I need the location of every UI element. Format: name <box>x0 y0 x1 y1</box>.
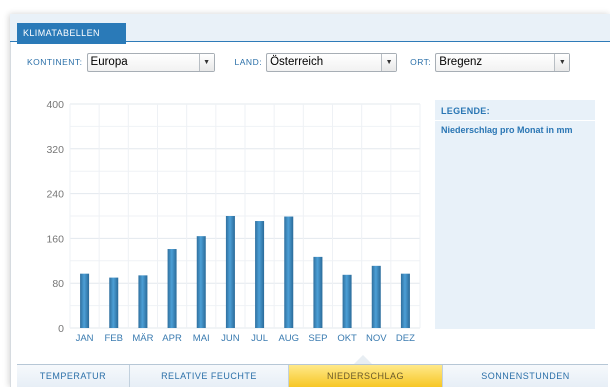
tab-sonnenstunden[interactable]: SONNENSTUNDEN <box>443 365 608 387</box>
bar-jun <box>225 216 235 328</box>
bar-sep <box>313 256 323 328</box>
tab-niederschlag[interactable]: NIEDERSCHLAG <box>289 365 443 387</box>
y-tick-label: 400 <box>46 99 64 111</box>
x-tick-label: NOV <box>366 333 387 344</box>
x-tick-label: SEP <box>308 333 327 344</box>
x-tick-label: OKT <box>337 333 357 344</box>
bar-mär <box>138 275 148 328</box>
bar-feb <box>109 277 119 328</box>
active-tab-notch <box>354 355 372 364</box>
x-tick-label: JUN <box>221 333 240 344</box>
y-tick-label: 0 <box>58 323 64 335</box>
legend-divider <box>435 120 595 121</box>
tab-bar: TEMPERATUR RELATIVE FEUCHTE NIEDERSCHLAG… <box>17 364 608 387</box>
bar-dez <box>400 273 410 328</box>
y-tick-label: 240 <box>46 189 64 201</box>
legend-item: Niederschlag pro Monat in mm <box>441 125 573 135</box>
x-tick-label: MAI <box>193 333 210 344</box>
x-tick-label: JUL <box>251 333 268 344</box>
bar-jul <box>255 221 265 328</box>
bar-mai <box>196 236 206 328</box>
x-tick-label: JAN <box>76 333 94 344</box>
y-tick-label: 320 <box>46 144 64 156</box>
y-tick-label: 80 <box>52 278 64 290</box>
legend-panel: LEGENDE: Niederschlag pro Monat in mm <box>435 100 595 329</box>
bar-apr <box>167 249 177 328</box>
x-tick-label: MÄR <box>132 333 153 344</box>
bar-okt <box>342 274 352 328</box>
y-tick-label: 160 <box>46 233 64 245</box>
x-tick-label: AUG <box>278 333 299 344</box>
x-tick-label: DEZ <box>396 333 415 344</box>
tab-relative-feuchte[interactable]: RELATIVE FEUCHTE <box>130 365 289 387</box>
bar-jan <box>80 273 90 328</box>
x-tick-label: FEB <box>105 333 123 344</box>
x-tick-label: APR <box>162 333 182 344</box>
bar-nov <box>371 265 381 328</box>
legend-title: LEGENDE: <box>441 106 490 116</box>
bar-aug <box>284 216 294 328</box>
tab-temperatur[interactable]: TEMPERATUR <box>17 365 130 387</box>
